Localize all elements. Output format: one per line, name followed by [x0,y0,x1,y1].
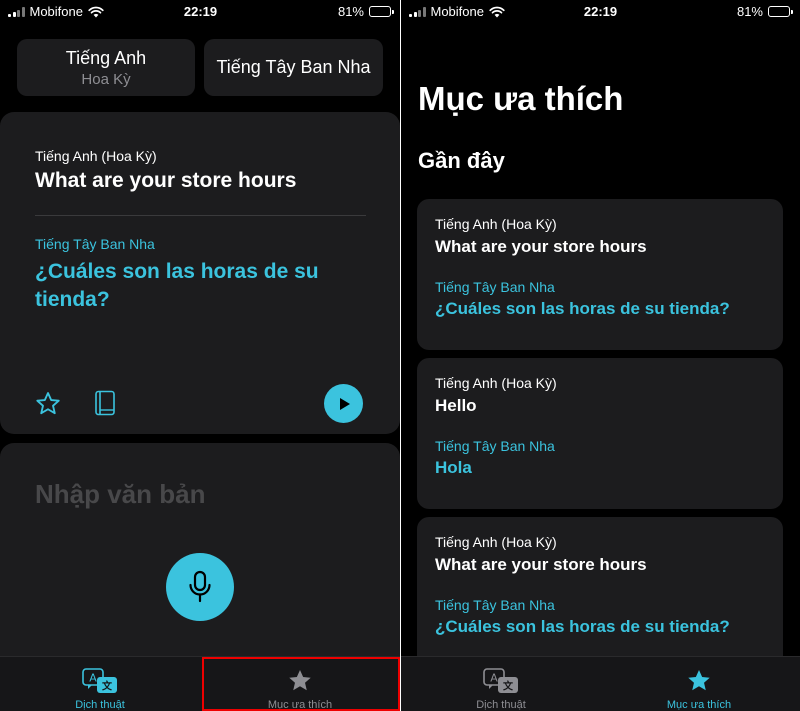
svg-text:文: 文 [102,680,113,693]
microphone-button[interactable] [166,553,234,621]
status-bar: Mobifone 22:19 81% [0,0,401,24]
battery-indicator: 81% [337,4,394,19]
page-title: Mục ưa thích [418,80,624,117]
tab-translate-label: Dịch thuật [476,699,526,711]
source-language-region: Hoa Kỳ [81,70,131,88]
card-source-label: Tiếng Anh (Hoa Kỳ) [435,216,557,232]
play-button[interactable] [324,384,363,423]
svg-text:A: A [490,672,498,685]
play-icon [339,397,350,410]
section-title-recent: Gần đây [418,148,505,173]
card-target-text: ¿Cuáles son las horas de su tienda? [435,299,730,318]
translation-card: Tiếng Anh (Hoa Kỳ) What are your store h… [0,112,400,434]
favorite-button[interactable] [34,390,62,418]
target-label: Tiếng Tây Ban Nha [35,236,155,252]
card-divider [35,215,366,216]
svg-text:A: A [89,672,97,685]
favorite-card[interactable]: Tiếng Anh (Hoa Kỳ) Hello Tiếng Tây Ban N… [417,358,783,509]
favorite-card[interactable]: Tiếng Anh (Hoa Kỳ) What are your store h… [417,199,783,350]
battery-percent: 81% [736,4,763,19]
card-target-label: Tiếng Tây Ban Nha [435,438,555,454]
dictionary-button[interactable] [92,389,118,417]
card-target-label: Tiếng Tây Ban Nha [435,597,555,613]
translate-icon: A 文 [81,667,119,695]
translate-screen: Mobifone 22:19 81% Tiếng Anh Hoa Kỳ Tiến… [0,0,401,711]
status-bar: Mobifone 22:19 81% [401,0,800,24]
tab-favorites-label: Mục ưa thích [267,699,333,711]
tab-favorites[interactable]: Mục ưa thích [604,657,794,711]
card-source-text: Hello [435,396,477,415]
card-target-label: Tiếng Tây Ban Nha [435,279,555,295]
tab-bar: A 文 Dịch thuật Mục ưa thích [0,656,401,711]
source-text: What are your store hours [35,169,297,192]
microphone-icon [189,570,211,603]
tab-translate-label: Dịch thuật [75,699,125,711]
card-source-text: What are your store hours [435,237,647,256]
tab-favorites-label: Mục ưa thích [666,699,732,711]
card-source-label: Tiếng Anh (Hoa Kỳ) [435,534,557,550]
source-language-name: Tiếng Anh [65,47,147,68]
tab-bar: A 文 Dịch thuật Mục ưa thích [401,656,800,711]
star-outline-icon [36,392,60,415]
target-language-button[interactable]: Tiếng Tây Ban Nha [204,39,383,96]
battery-indicator: 81% [736,4,793,19]
battery-icon [369,6,394,17]
tab-translate[interactable]: A 文 Dịch thuật [5,657,195,711]
card-target-text: ¿Cuáles son las horas de su tienda? [435,617,730,636]
target-language-name: Tiếng Tây Ban Nha [216,57,371,77]
card-source-label: Tiếng Anh (Hoa Kỳ) [435,375,557,391]
translate-icon: A 文 [482,667,520,695]
card-source-text: What are your store hours [435,555,647,574]
battery-percent: 81% [337,4,364,19]
star-icon [685,667,713,695]
book-icon [95,390,115,416]
tab-translate[interactable]: A 文 Dịch thuật [406,657,596,711]
target-text: ¿Cuáles son las horas de su tienda? [35,260,319,311]
card-target-text: Hola [435,458,472,477]
source-language-button[interactable]: Tiếng Anh Hoa Kỳ [17,39,195,96]
star-icon [286,667,314,695]
text-input-placeholder[interactable]: Nhập văn bản [35,479,205,510]
favorite-card[interactable]: Tiếng Anh (Hoa Kỳ) What are your store h… [417,517,783,668]
battery-icon [768,6,793,17]
favorites-screen: Mobifone 22:19 81% Mục ưa thích Gần đây … [401,0,800,711]
svg-text:文: 文 [503,680,514,693]
source-label: Tiếng Anh (Hoa Kỳ) [35,148,157,164]
tab-favorites[interactable]: Mục ưa thích [205,657,395,711]
